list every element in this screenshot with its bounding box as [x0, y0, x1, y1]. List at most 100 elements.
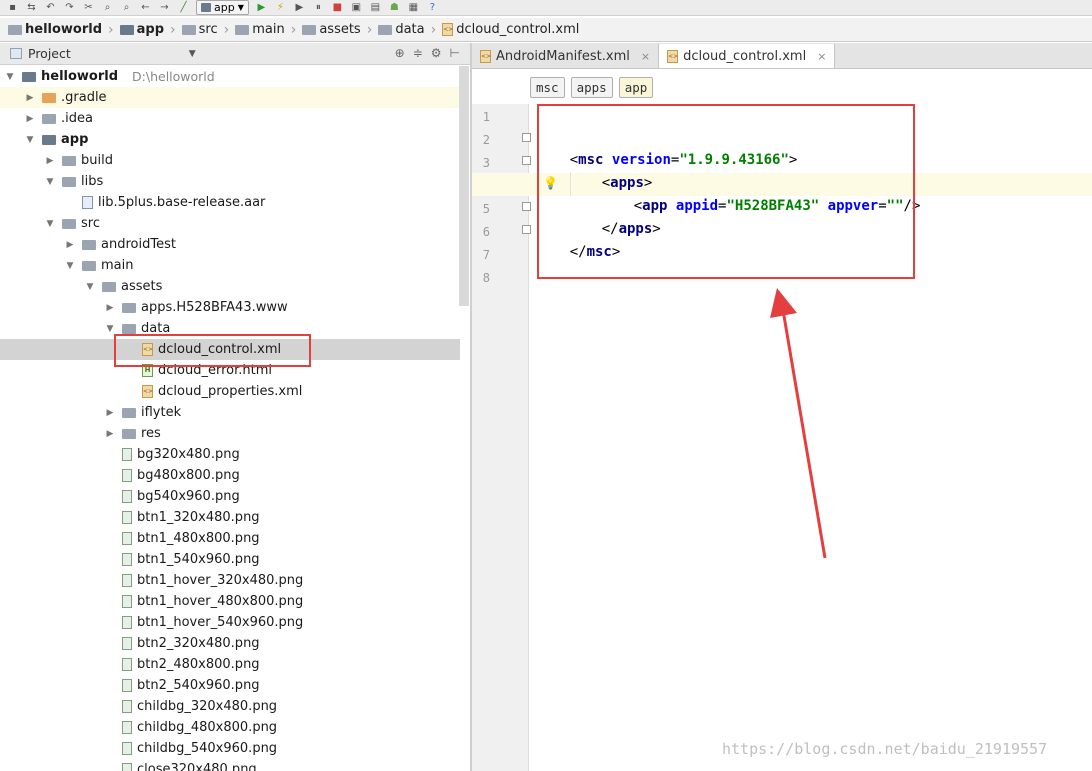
line-number: 3 [482, 156, 490, 170]
editor-tab-label: dcloud_control.xml [683, 48, 807, 64]
xml-breadcrumb-chip[interactable]: msc [530, 76, 565, 98]
project-panel-title[interactable]: Project [28, 46, 71, 61]
collapsed-arrow-icon[interactable]: ▶ [44, 156, 56, 166]
xml-breadcrumb-chip[interactable]: apps [570, 76, 613, 98]
tree-item[interactable]: btn1_480x800.png [0, 528, 460, 549]
collapsed-arrow-icon[interactable]: ▶ [64, 240, 76, 250]
collapsed-arrow-icon[interactable]: ▶ [104, 429, 116, 439]
breadcrumb-item[interactable]: app [116, 22, 168, 37]
breadcrumb-item[interactable]: src [178, 22, 222, 37]
breadcrumb-item[interactable]: assets [298, 22, 364, 37]
collapse-all-icon[interactable]: ≑ [413, 46, 423, 60]
folder-icon [235, 24, 250, 35]
tree-item[interactable]: ▶ androidTest [0, 234, 460, 255]
chevron-right-icon: › [170, 21, 176, 38]
attach-icon[interactable]: ⏸ [312, 2, 325, 13]
tree-item[interactable]: btn2_540x960.png [0, 675, 460, 696]
tree-item[interactable]: btn1_540x960.png [0, 549, 460, 570]
expanded-arrow-icon[interactable]: ▼ [64, 261, 76, 271]
forward-icon[interactable]: → [158, 2, 171, 13]
project-view-icon [10, 48, 22, 59]
back-icon[interactable]: ← [139, 2, 152, 13]
expanded-arrow-icon[interactable]: ▼ [4, 72, 16, 82]
expanded-arrow-icon[interactable]: ▼ [24, 135, 36, 145]
find-icon[interactable]: ⌕ [101, 2, 114, 13]
tree-item[interactable]: ▶ .gradle [0, 87, 460, 108]
help-icon[interactable]: ? [426, 2, 439, 13]
locate-icon[interactable]: ⊕ [395, 46, 405, 60]
collapsed-arrow-icon[interactable]: ▶ [104, 303, 116, 313]
tree-item-label: dcloud_properties.xml [158, 384, 303, 399]
profile-icon[interactable]: ▶ [293, 2, 306, 13]
expanded-arrow-icon[interactable]: ▼ [44, 219, 56, 229]
tree-item-label: iflytek [141, 405, 182, 420]
tree-item[interactable]: ▶ res [0, 423, 460, 444]
tree-item[interactable]: ▼ assets [0, 276, 460, 297]
tree-item[interactable]: bg320x480.png [0, 444, 460, 465]
tree-item[interactable]: ▶ apps.H528BFA43.www [0, 297, 460, 318]
tree-item[interactable]: bg480x800.png [0, 465, 460, 486]
expanded-arrow-icon[interactable]: ▼ [104, 324, 116, 334]
breadcrumb-item[interactable]: <> dcloud_control.xml [438, 22, 583, 37]
tree-item[interactable]: ▼ src [0, 213, 460, 234]
tree-item[interactable]: btn1_hover_480x800.png [0, 591, 460, 612]
editor-tab[interactable]: <> dcloud_control.xml × [659, 44, 836, 68]
tree-item[interactable]: close320x480.png [0, 759, 460, 771]
tree-item[interactable]: ▼ libs [0, 171, 460, 192]
sdk-manager-icon[interactable]: ▣ [350, 2, 363, 13]
expanded-arrow-icon[interactable]: ▼ [44, 177, 56, 187]
tree-item[interactable]: lib.5plus.base-release.aar [0, 192, 460, 213]
tree-item[interactable]: btn1_320x480.png [0, 507, 460, 528]
collapsed-arrow-icon[interactable]: ▶ [104, 408, 116, 418]
undo-icon[interactable]: ↶ [44, 2, 57, 13]
breadcrumb-label: app [136, 22, 165, 37]
expanded-arrow-icon[interactable]: ▼ [84, 282, 96, 292]
image-file-icon [122, 490, 132, 503]
structure-icon[interactable]: ▦ [407, 2, 420, 13]
debug-icon[interactable]: ⚡ [274, 2, 287, 13]
tree-item[interactable]: <> dcloud_properties.xml [0, 381, 460, 402]
close-icon[interactable]: × [817, 50, 826, 63]
collapsed-arrow-icon[interactable]: ▶ [24, 114, 36, 124]
editor-tab[interactable]: <> AndroidManifest.xml × [472, 44, 660, 68]
breadcrumb-item[interactable]: helloworld [4, 22, 106, 37]
save-icon[interactable]: ▪ [6, 2, 19, 13]
tree-item[interactable]: ▶ .idea [0, 108, 460, 129]
chevron-down-icon[interactable]: ▼ [189, 49, 196, 59]
run-config-dropdown[interactable]: app ▼ [196, 0, 249, 15]
tree-item[interactable]: bg540x960.png [0, 486, 460, 507]
project-tree-scrollbar[interactable] [459, 66, 469, 306]
tree-item[interactable]: childbg_320x480.png [0, 696, 460, 717]
tree-item[interactable]: ▼ helloworld D:\helloworld [0, 66, 460, 87]
breadcrumb-item[interactable]: main [231, 22, 288, 37]
replace-icon[interactable]: ⌕ [120, 2, 133, 13]
collapsed-arrow-icon[interactable]: ▶ [24, 93, 36, 103]
tree-item[interactable]: childbg_540x960.png [0, 738, 460, 759]
avd-manager-icon[interactable]: ▤ [369, 2, 382, 13]
cut-icon[interactable]: ✂ [82, 2, 95, 13]
tree-item[interactable]: btn1_hover_320x480.png [0, 570, 460, 591]
gear-icon[interactable]: ⚙ [431, 46, 442, 60]
redo-icon[interactable]: ↷ [63, 2, 76, 13]
tree-item-label: btn2_480x800.png [137, 657, 260, 672]
hide-panel-icon[interactable]: ⊢ [450, 46, 460, 60]
tree-item[interactable]: btn2_480x800.png [0, 654, 460, 675]
tree-item[interactable]: ▶ iflytek [0, 402, 460, 423]
tree-item[interactable]: btn1_hover_540x960.png [0, 612, 460, 633]
stop-icon[interactable]: ■ [331, 2, 344, 13]
excluded-folder-icon [42, 92, 56, 103]
close-icon[interactable]: × [641, 50, 650, 63]
run-icon[interactable]: ▶ [255, 2, 268, 13]
tree-item-label: btn1_320x480.png [137, 510, 260, 525]
breadcrumb-item[interactable]: data [374, 22, 428, 37]
tree-item[interactable]: childbg_480x800.png [0, 717, 460, 738]
tree-item[interactable]: ▶ build [0, 150, 460, 171]
tree-item[interactable]: btn2_320x480.png [0, 633, 460, 654]
sync-icon[interactable]: ⇆ [25, 2, 38, 13]
image-file-icon [122, 532, 132, 545]
tree-item[interactable]: ▼ main [0, 255, 460, 276]
tree-item[interactable]: ▼ app [0, 129, 460, 150]
android-device-icon[interactable]: ☗ [388, 2, 401, 13]
build-icon[interactable]: ╱ [177, 2, 190, 13]
xml-breadcrumb-chip[interactable]: app [618, 76, 654, 98]
